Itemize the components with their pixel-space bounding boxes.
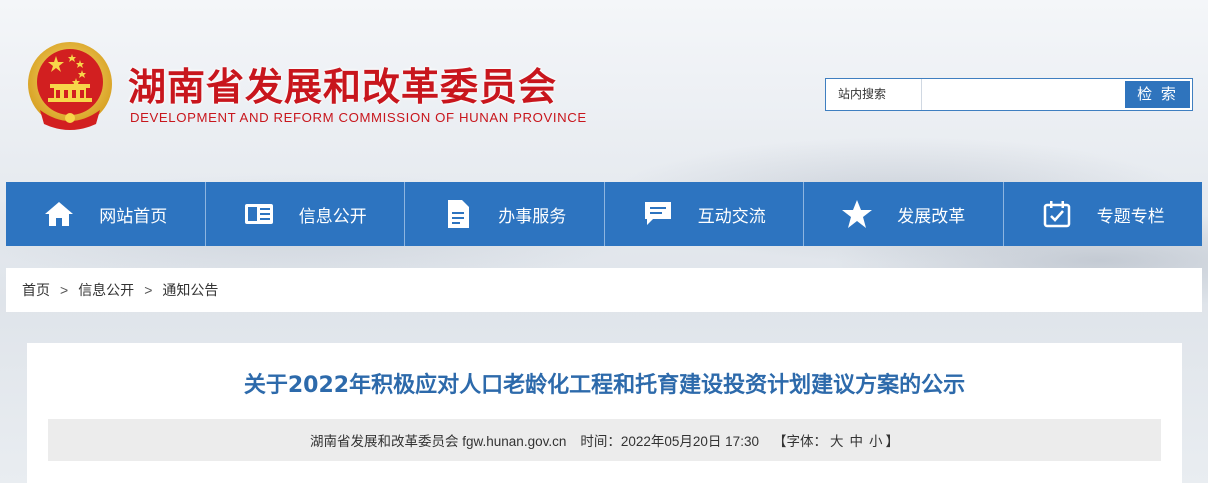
time-label: 时间： [580, 434, 621, 449]
site-title: 湖南省发展和改革委员会 [128, 65, 558, 109]
nav-label: 办事服务 [498, 206, 567, 226]
star-icon [841, 198, 873, 230]
calendar-check-icon [1041, 198, 1073, 230]
search-button[interactable]: 检 索 [1125, 81, 1190, 108]
search-input[interactable] [922, 79, 1123, 110]
site-subtitle: DEVELOPMENT AND REFORM COMMISSION OF HUN… [130, 110, 587, 125]
breadcrumb-separator: > [60, 282, 69, 298]
search-label: 站内搜索 [826, 79, 922, 110]
home-icon [43, 198, 75, 230]
nav-label: 信息公开 [298, 206, 367, 226]
nav-label: 专题专栏 [1096, 206, 1165, 226]
article: 关于2022年积极应对人口老龄化工程和托育建设投资计划建议方案的公示 湖南省发展… [27, 343, 1182, 483]
font-size-small-button[interactable]: 小 [869, 430, 883, 450]
chat-icon [642, 198, 674, 230]
nav-item-reform[interactable]: 发展改革 [804, 182, 1004, 246]
breadcrumb-separator: > [144, 282, 153, 298]
nav-item-info[interactable]: 信息公开 [206, 182, 405, 246]
breadcrumb-info[interactable]: 信息公开 [78, 280, 134, 300]
article-meta: 湖南省发展和改革委员会 fgw.hunan.gov.cn 时间： 2022年05… [48, 419, 1161, 461]
font-size-label-close: 】 [885, 434, 899, 449]
national-emblem-icon [26, 40, 114, 132]
article-source: 湖南省发展和改革委员会 fgw.hunan.gov.cn [310, 434, 567, 449]
font-size-label: 【字体： [772, 434, 827, 449]
site-search: 站内搜索 检 索 [825, 78, 1193, 111]
nav-item-topics[interactable]: 专题专栏 [1004, 182, 1203, 246]
article-title: 关于2022年积极应对人口老龄化工程和托育建设投资计划建议方案的公示 [243, 373, 966, 398]
document-icon [442, 198, 474, 230]
breadcrumb: 首页 > 信息公开 > 通知公告 [6, 268, 1202, 312]
nav-item-interaction[interactable]: 互动交流 [605, 182, 804, 246]
nav-item-home[interactable]: 网站首页 [6, 182, 206, 246]
nav-label: 互动交流 [697, 206, 766, 226]
nav-label: 发展改革 [897, 206, 966, 226]
font-size-large-button[interactable]: 大 [830, 430, 844, 450]
nav-item-services[interactable]: 办事服务 [405, 182, 605, 246]
article-time: 2022年05月20日 17:30 [620, 434, 759, 449]
breadcrumb-notices[interactable]: 通知公告 [162, 280, 218, 300]
breadcrumb-home[interactable]: 首页 [22, 280, 50, 300]
info-card-icon [243, 198, 275, 230]
main-nav: 网站首页 信息公开 办事服务 互动交流 发展改革 专题专栏 [6, 182, 1202, 246]
font-size-medium-button[interactable]: 中 [849, 430, 863, 450]
nav-label: 网站首页 [99, 206, 168, 226]
